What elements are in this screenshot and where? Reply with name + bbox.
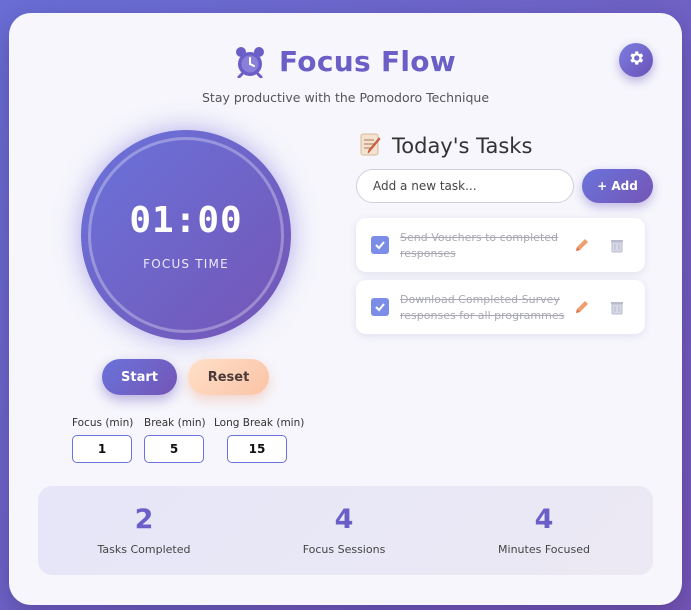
trash-icon[interactable] [609, 299, 625, 315]
title-row: Focus Flow [9, 45, 682, 78]
long-break-minutes-input[interactable]: 15 [227, 435, 287, 463]
header: Focus Flow Stay productive with the Pomo… [9, 45, 682, 105]
task-item: Send Vouchers to completed responses [356, 218, 645, 272]
stat-minutes-focused: 4 Minutes Focused [444, 504, 644, 556]
settings-button[interactable] [619, 43, 653, 77]
break-setting-label: Break (min) [144, 417, 206, 429]
timer-display: 01:00 [129, 200, 243, 241]
break-setting: Break (min) 5 [144, 417, 206, 463]
add-task-button[interactable]: + Add [582, 169, 653, 203]
memo-icon [360, 132, 382, 160]
long-break-setting-label: Long Break (min) [214, 417, 305, 429]
timer-circle: 01:00 FOCUS TIME [81, 130, 291, 340]
stat-value: 4 [334, 504, 354, 535]
stat-tasks-completed: 2 Tasks Completed [44, 504, 244, 556]
tasks-title: Today's Tasks [392, 134, 533, 158]
stat-focus-sessions: 4 Focus Sessions [244, 504, 444, 556]
stats-panel: 2 Tasks Completed 4 Focus Sessions 4 Min… [38, 486, 653, 575]
focus-setting-label: Focus (min) [72, 417, 134, 429]
alarm-clock-icon [235, 46, 265, 78]
checkmark-icon [374, 236, 386, 255]
pencil-icon[interactable] [574, 237, 590, 253]
trash-icon[interactable] [609, 237, 625, 253]
stat-value: 2 [134, 504, 154, 535]
task-item: Download Completed Survey responses for … [356, 280, 645, 334]
task-checkbox[interactable] [371, 298, 389, 316]
pencil-icon[interactable] [574, 299, 590, 315]
stat-label: Focus Sessions [302, 543, 386, 556]
start-button[interactable]: Start [102, 359, 177, 395]
break-minutes-input[interactable]: 5 [144, 435, 204, 463]
stat-value: 4 [534, 504, 554, 535]
stat-label: Minutes Focused [498, 543, 590, 556]
task-text: Download Completed Survey responses for … [400, 293, 565, 322]
app-title: Focus Flow [278, 45, 456, 78]
task-text: Send Vouchers to completed responses [400, 231, 559, 260]
stat-label: Tasks Completed [97, 543, 191, 556]
task-checkbox[interactable] [371, 236, 389, 254]
app-card: Focus Flow Stay productive with the Pomo… [9, 13, 682, 605]
long-break-setting: Long Break (min) 15 [214, 417, 304, 463]
timer-mode-label: FOCUS TIME [143, 257, 229, 271]
app-subtitle: Stay productive with the Pomodoro Techni… [201, 90, 490, 105]
focus-minutes-input[interactable]: 1 [72, 435, 132, 463]
checkmark-icon [374, 298, 386, 317]
gear-icon [627, 49, 645, 71]
new-task-input[interactable]: Add a new task... [356, 169, 574, 203]
focus-setting: Focus (min) 1 [72, 417, 133, 463]
reset-button[interactable]: Reset [188, 359, 269, 395]
tasks-header: Today's Tasks [360, 132, 532, 160]
